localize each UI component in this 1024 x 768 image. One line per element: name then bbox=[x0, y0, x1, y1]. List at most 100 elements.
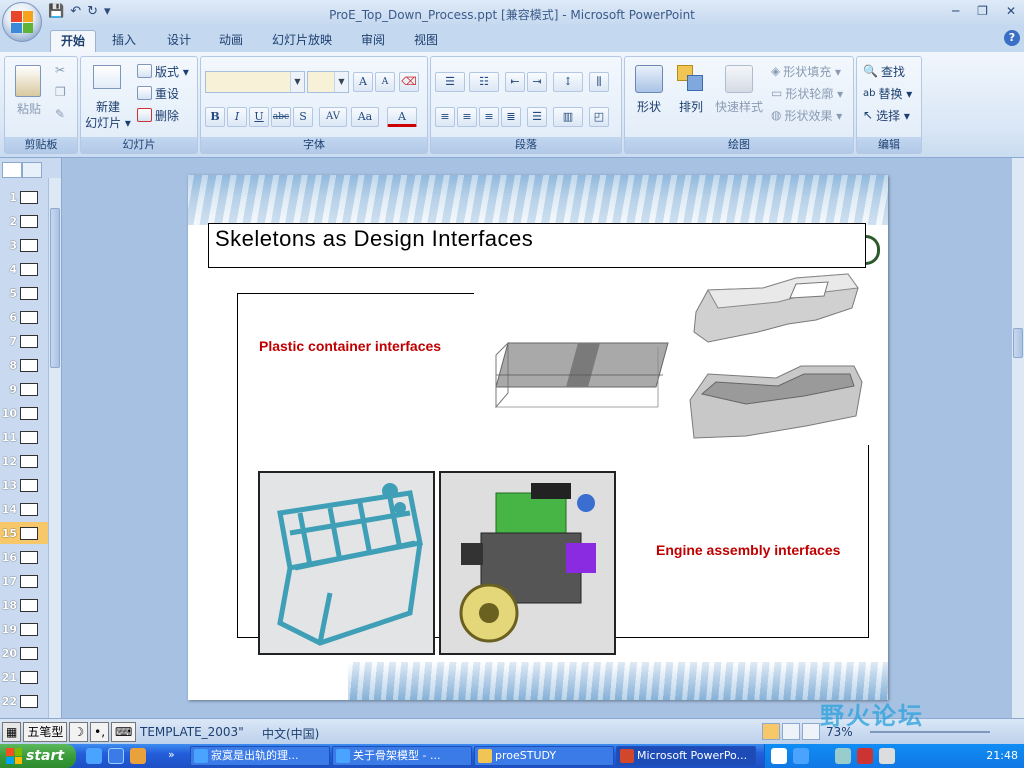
scrollbar-thumb[interactable] bbox=[1013, 328, 1023, 358]
slide-thumbnail[interactable]: 16 bbox=[0, 546, 48, 568]
slide-thumbnail[interactable]: 21 bbox=[0, 666, 48, 688]
tab-slideshow[interactable]: 幻灯片放映 bbox=[262, 30, 342, 52]
task-browser-1[interactable]: 寂寞是出轨的理... bbox=[190, 746, 330, 766]
start-button[interactable]: start bbox=[0, 744, 76, 768]
copy-icon[interactable]: ❐ bbox=[55, 85, 66, 99]
font-color-button[interactable]: A bbox=[387, 107, 417, 127]
columns-icon[interactable]: ▥ bbox=[553, 107, 583, 127]
font-size-combo[interactable]: ▼ bbox=[307, 71, 349, 93]
volume-tray-icon[interactable] bbox=[879, 748, 895, 764]
slide-thumbnail[interactable]: 5 bbox=[0, 282, 48, 304]
find-button[interactable]: 🔍 查找 bbox=[863, 61, 905, 81]
slide-thumbnail[interactable]: 20 bbox=[0, 642, 48, 664]
quick-styles-button[interactable]: 快速样式 bbox=[711, 99, 767, 115]
status-language[interactable]: 中文(中国) bbox=[262, 725, 319, 742]
change-case-button[interactable]: Aa bbox=[351, 107, 379, 127]
replace-button[interactable]: ab 替换 ▾ bbox=[863, 83, 912, 103]
reset-button[interactable]: 重设 bbox=[137, 83, 179, 103]
shape-outline-button[interactable]: ▭ 形状轮廓 ▾ bbox=[771, 83, 843, 103]
zoom-slider[interactable] bbox=[870, 731, 990, 733]
slides-panel-scrollbar[interactable] bbox=[48, 178, 61, 718]
select-button[interactable]: ↖ 选择 ▾ bbox=[863, 105, 910, 125]
tab-home[interactable]: 开始 bbox=[50, 30, 97, 52]
slideshow-button[interactable] bbox=[802, 723, 820, 740]
cut-icon[interactable]: ✂ bbox=[55, 63, 65, 77]
justify-icon[interactable]: ≣ bbox=[501, 107, 521, 127]
slide-thumbnail[interactable]: 7 bbox=[0, 330, 48, 352]
task-folder[interactable]: proeSTUDY bbox=[474, 746, 614, 766]
security-tray-icon[interactable] bbox=[857, 748, 873, 764]
shape-effects-button[interactable]: ◍ 形状效果 ▾ bbox=[771, 105, 842, 125]
task-powerpoint[interactable]: Microsoft PowerPo... bbox=[616, 746, 756, 766]
shape-fill-button[interactable]: ◈ 形状填充 ▾ bbox=[771, 61, 841, 81]
decrease-indent-icon[interactable]: ⇤ bbox=[505, 72, 525, 92]
numbering-icon[interactable]: ☷ bbox=[469, 72, 499, 92]
title-placeholder[interactable]: Skeletons as Design Interfaces bbox=[208, 223, 866, 268]
slide-thumbnail[interactable]: 11 bbox=[0, 426, 48, 448]
char-spacing-button[interactable]: AV bbox=[319, 107, 347, 127]
slide-thumbnail[interactable]: 17 bbox=[0, 570, 48, 592]
scrollbar-thumb[interactable] bbox=[50, 208, 60, 368]
slide-thumbnail[interactable]: 8 bbox=[0, 354, 48, 376]
new-slide-dropdown[interactable]: 幻灯片 ▾ bbox=[81, 115, 135, 131]
slide-thumbnail[interactable]: 18 bbox=[0, 594, 48, 616]
new-slide-button[interactable]: 新建 bbox=[85, 99, 131, 115]
clear-format-icon[interactable]: ⌫ bbox=[399, 72, 419, 92]
delete-button[interactable]: 删除 bbox=[137, 105, 179, 125]
distributed-icon[interactable]: ☰ bbox=[527, 107, 547, 127]
slide-scrollbar[interactable] bbox=[1011, 158, 1024, 718]
underline-button[interactable]: U bbox=[249, 107, 269, 127]
shrink-font-button[interactable]: A bbox=[375, 72, 395, 92]
align-left-icon[interactable]: ≡ bbox=[435, 107, 455, 127]
grow-font-button[interactable]: A bbox=[353, 72, 373, 92]
slide-canvas[interactable]: Skeletons as Design Interfaces Plastic c… bbox=[188, 175, 888, 700]
layout-button[interactable]: 版式 ▾ bbox=[137, 61, 189, 81]
ime-icon[interactable]: ▦ bbox=[2, 722, 22, 742]
ime-keyboard-icon[interactable]: ⌨ bbox=[111, 722, 137, 742]
slide-thumbnail[interactable]: 13 bbox=[0, 474, 48, 496]
tab-insert[interactable]: 插入 bbox=[102, 30, 146, 52]
expand-quicklaunch-icon[interactable]: » bbox=[168, 748, 184, 764]
bold-button[interactable]: B bbox=[205, 107, 225, 127]
tab-view[interactable]: 视图 bbox=[404, 30, 448, 52]
slide-thumbnail[interactable]: 2 bbox=[0, 210, 48, 232]
ie-quicklaunch-icon[interactable] bbox=[86, 748, 102, 764]
paste-button[interactable]: 粘贴 bbox=[11, 101, 47, 117]
tab-design[interactable]: 设计 bbox=[157, 30, 201, 52]
media-quicklaunch-icon[interactable] bbox=[130, 748, 146, 764]
slide-sorter-button[interactable] bbox=[782, 723, 800, 740]
slide-thumbnail[interactable]: 10 bbox=[0, 402, 48, 424]
arrange-button[interactable]: 排列 bbox=[671, 99, 711, 115]
normal-view-button[interactable] bbox=[762, 723, 780, 740]
minimize-button[interactable]: ─ bbox=[952, 4, 959, 18]
ime-tray-icon[interactable] bbox=[771, 748, 787, 764]
help-icon[interactable]: ? bbox=[1004, 30, 1020, 46]
align-center-icon[interactable]: ≡ bbox=[457, 107, 477, 127]
ime-moon-icon[interactable]: ☽ bbox=[69, 722, 89, 742]
shapes-button[interactable]: 形状 bbox=[629, 99, 669, 115]
slide-thumbnail[interactable]: 9 bbox=[0, 378, 48, 400]
ie-tray-icon[interactable] bbox=[793, 748, 809, 764]
strikethrough-button[interactable]: abc bbox=[271, 107, 291, 127]
slide-thumbnail[interactable]: 6 bbox=[0, 306, 48, 328]
ime-mode[interactable]: 五笔型 bbox=[23, 722, 68, 742]
close-button[interactable]: ✕ bbox=[1006, 4, 1016, 18]
line-spacing-icon[interactable]: ↕ bbox=[553, 72, 583, 92]
slide-thumbnail[interactable]: 3 bbox=[0, 234, 48, 256]
tab-animation[interactable]: 动画 bbox=[209, 30, 253, 52]
task-browser-2[interactable]: 关于骨架模型 - ... bbox=[332, 746, 472, 766]
slide-thumbnail[interactable]: 14 bbox=[0, 498, 48, 520]
slide-thumbnail[interactable]: 22 bbox=[0, 690, 48, 712]
ie2-quicklaunch-icon[interactable] bbox=[108, 748, 124, 764]
slide-thumbnail[interactable]: 1 bbox=[0, 186, 48, 208]
slide-thumbnail[interactable]: 19 bbox=[0, 618, 48, 640]
increase-indent-icon[interactable]: ⇥ bbox=[527, 72, 547, 92]
shadow-button[interactable]: S bbox=[293, 107, 313, 127]
bullets-icon[interactable]: ☰ bbox=[435, 72, 465, 92]
italic-button[interactable]: I bbox=[227, 107, 247, 127]
restore-button[interactable]: ❐ bbox=[977, 4, 988, 18]
tab-review[interactable]: 审阅 bbox=[351, 30, 395, 52]
ime-punct[interactable]: •, bbox=[90, 722, 110, 742]
tab-slides-thumbs[interactable] bbox=[2, 162, 22, 178]
tab-outline[interactable] bbox=[22, 162, 42, 178]
